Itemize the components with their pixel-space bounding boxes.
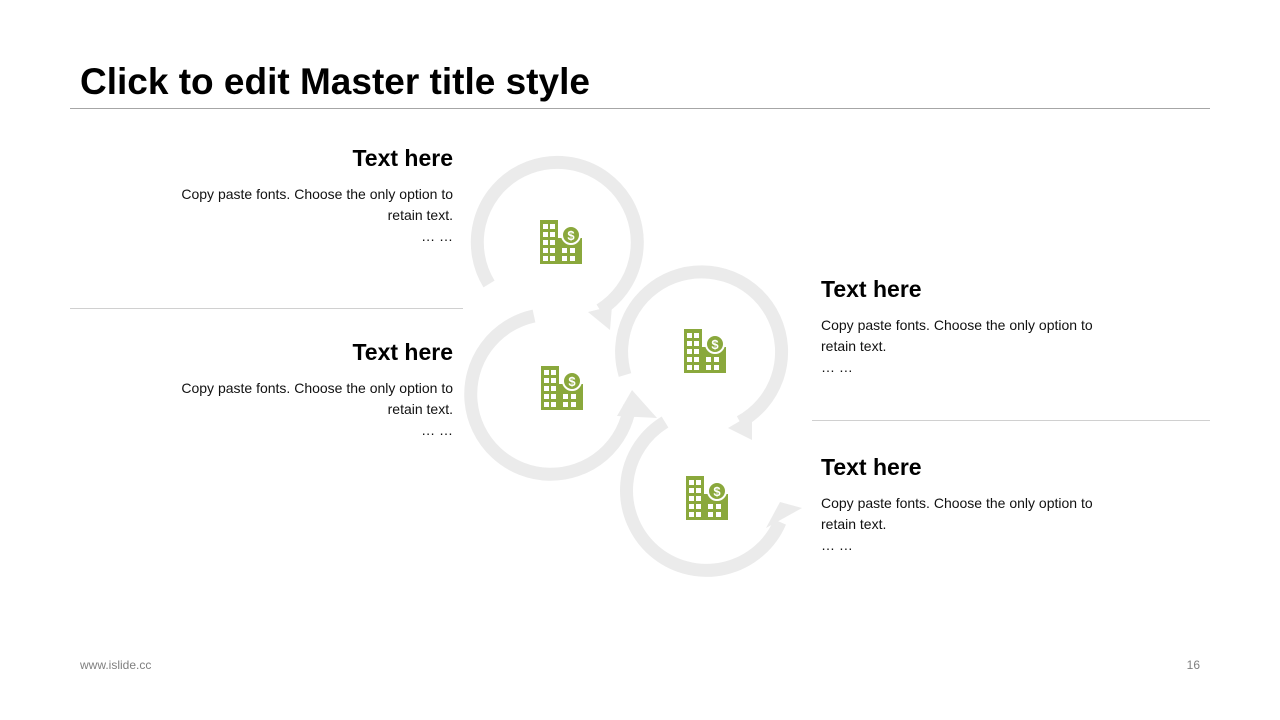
svg-text:$: $ [567, 228, 575, 243]
building-dollar-icon: $ [539, 364, 587, 412]
page-number: 16 [1186, 658, 1200, 672]
block-ellipsis: … … [821, 537, 853, 553]
building-dollar-icon: $ [538, 218, 586, 266]
cycle-diagram: $ $ $ $ [460, 150, 820, 600]
text-block-3[interactable]: Text here Copy paste fonts. Choose the o… [821, 275, 1121, 377]
block-ellipsis: … … [421, 228, 453, 244]
block-ellipsis: … … [421, 422, 453, 438]
block-heading: Text here [821, 454, 922, 480]
text-block-1[interactable]: Text here Copy paste fonts. Choose the o… [153, 144, 453, 246]
block-heading: Text here [821, 276, 922, 302]
slide: Click to edit Master title style Text he… [0, 0, 1280, 720]
cycle-rings [464, 155, 802, 577]
title-divider [70, 108, 1210, 109]
block-heading: Text here [352, 339, 453, 365]
footer-url: www.islide.cc [80, 658, 152, 672]
right-divider [812, 420, 1210, 421]
arrow-head-1 [588, 306, 612, 330]
building-dollar-icon: $ [682, 327, 730, 375]
svg-text:$: $ [713, 484, 721, 499]
svg-text:$: $ [568, 374, 576, 389]
block-heading: Text here [352, 145, 453, 171]
block-body: Copy paste fonts. Choose the only option… [181, 186, 453, 223]
block-body: Copy paste fonts. Choose the only option… [821, 317, 1093, 354]
text-block-4[interactable]: Text here Copy paste fonts. Choose the o… [821, 453, 1121, 555]
left-divider [70, 308, 463, 309]
svg-text:$: $ [711, 337, 719, 352]
block-ellipsis: … … [821, 359, 853, 375]
arrow-head-2 [617, 390, 657, 418]
slide-title[interactable]: Click to edit Master title style [80, 60, 590, 104]
building-dollar-icon: $ [684, 474, 732, 522]
text-block-2[interactable]: Text here Copy paste fonts. Choose the o… [153, 338, 453, 440]
block-body: Copy paste fonts. Choose the only option… [821, 495, 1093, 532]
block-body: Copy paste fonts. Choose the only option… [181, 380, 453, 417]
